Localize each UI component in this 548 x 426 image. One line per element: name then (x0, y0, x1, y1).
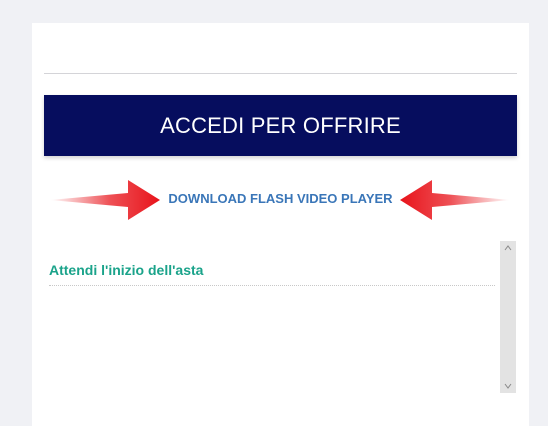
auction-status-panel[interactable]: Attendi l'inizio dell'asta (44, 241, 517, 393)
arrow-left-icon (400, 180, 510, 220)
divider (44, 73, 517, 74)
scrollbar[interactable] (500, 241, 516, 393)
status-divider (49, 285, 495, 286)
login-to-bid-label: ACCEDI PER OFFRIRE (160, 112, 401, 138)
auction-card: ACCEDI PER OFFRIRE DOWNLOAD FLASH VIDEO … (32, 23, 529, 426)
chevron-down-icon[interactable] (500, 379, 516, 393)
auction-status-text: Attendi l'inizio dell'asta (49, 262, 204, 278)
login-to-bid-button[interactable]: ACCEDI PER OFFRIRE (44, 95, 517, 156)
chevron-up-icon[interactable] (500, 241, 516, 255)
